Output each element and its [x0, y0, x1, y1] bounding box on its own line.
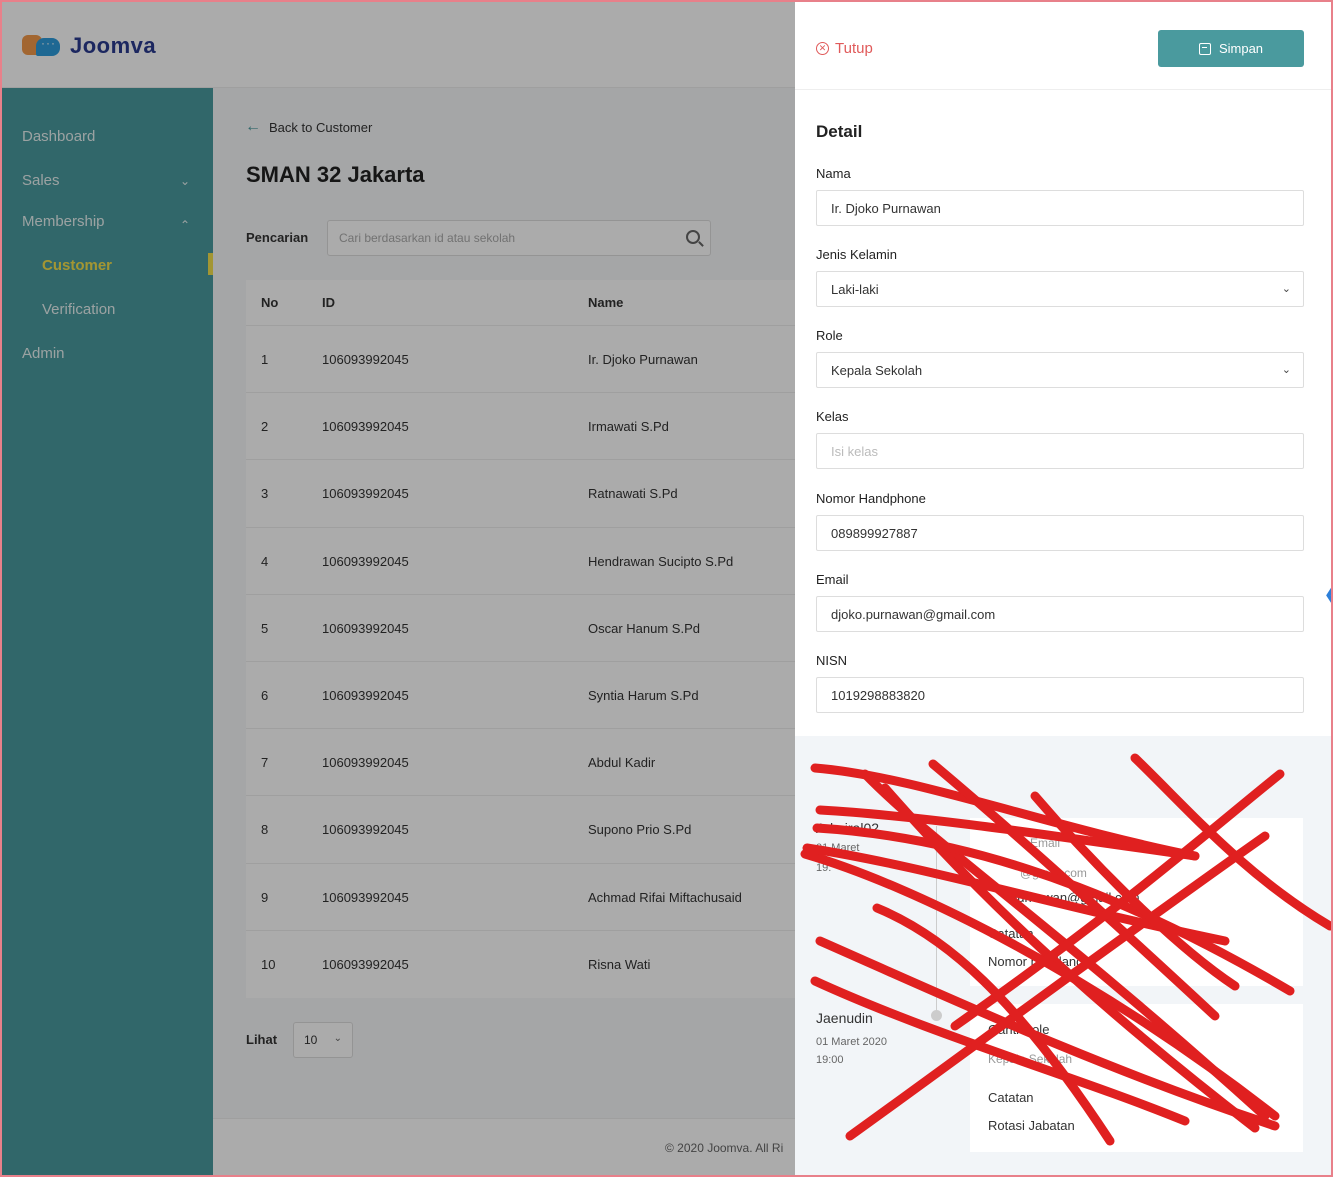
nama-field[interactable] — [817, 191, 1257, 225]
close-label: Tutup — [835, 40, 873, 57]
field-label-nisn: NISN — [816, 653, 848, 668]
chevron-down-icon: ⌄ — [1281, 364, 1291, 376]
timeline-line — [936, 826, 937, 1016]
history-note-label: Catatan — [988, 1090, 1034, 1105]
field-label-nama: Nama — [816, 166, 851, 181]
history-card: Ganti Role Kepala Sekolah Catatan Rotasi… — [970, 1004, 1303, 1152]
history-note-label: Catatan — [988, 926, 1034, 941]
role-select-value[interactable] — [817, 353, 1257, 387]
role-select[interactable]: ⌄ — [816, 352, 1304, 388]
nisn-field[interactable] — [817, 678, 1257, 712]
history-date: 01 Maret — [816, 842, 860, 854]
history-section: Admiral02 01 Maret 19: Email @gmail.com … — [795, 736, 1331, 1175]
email-field[interactable] — [817, 597, 1257, 631]
history-time: 19: — [816, 862, 832, 874]
history-date: 01 Maret 2020 — [816, 1036, 887, 1048]
gender-select[interactable]: ⌄ — [816, 271, 1304, 307]
history-time: 19:00 — [816, 1054, 844, 1066]
history-note: Nomor hp hilang — [988, 954, 1084, 969]
chevron-down-icon: ⌄ — [1281, 283, 1291, 295]
field-label-jenis-kelamin: Jenis Kelamin — [816, 247, 897, 262]
field-label-kelas: Kelas — [816, 409, 849, 424]
history-note: Rotasi Jabatan — [988, 1118, 1075, 1133]
history-new-value: Kepala Sekolah — [988, 1052, 1073, 1066]
history-field: Email — [1030, 836, 1061, 850]
history-user: Jaenudin — [816, 1010, 873, 1026]
save-button[interactable]: Simpan — [1158, 30, 1304, 67]
field-label-phone: Nomor Handphone — [816, 491, 926, 506]
close-icon: ✕ — [816, 42, 829, 55]
kelas-field-box — [816, 433, 1304, 469]
phone-field[interactable] — [817, 516, 1257, 550]
history-user: Admiral02 — [816, 820, 880, 836]
nama-field-box — [816, 190, 1304, 226]
save-icon — [1198, 42, 1211, 55]
kelas-field[interactable] — [817, 434, 1257, 468]
section-title: Detail — [816, 122, 863, 141]
save-label: Simpan — [1218, 41, 1264, 56]
drawer-header: ✕ Tutup Simpan — [795, 2, 1331, 90]
field-label-role: Role — [816, 328, 843, 343]
app-window: Joomva Dashboard Sales ⌄ Membership ⌃ Cu… — [0, 0, 1333, 1177]
phone-field-box — [816, 515, 1304, 551]
history-new-value: purnawan@gmail.com — [1010, 890, 1140, 905]
history-old-value: @gmail.com — [1020, 866, 1087, 880]
history-field: Ganti Role — [988, 1022, 1050, 1037]
detail-drawer: ✕ Tutup Simpan Detail Nama Jenis Kelamin… — [795, 2, 1331, 1175]
close-button[interactable]: ✕ Tutup — [816, 40, 873, 57]
timeline-dot — [931, 1010, 942, 1021]
email-field-box — [816, 596, 1304, 632]
nisn-field-box — [816, 677, 1304, 713]
modal-backdrop[interactable] — [2, 2, 795, 1175]
chevron-left-icon[interactable]: ❮ — [1324, 584, 1331, 605]
gender-select-value[interactable] — [817, 272, 1257, 306]
field-label-email: Email — [816, 572, 849, 587]
history-card: Email @gmail.com purnawan@gmail.com Cata… — [970, 818, 1303, 986]
